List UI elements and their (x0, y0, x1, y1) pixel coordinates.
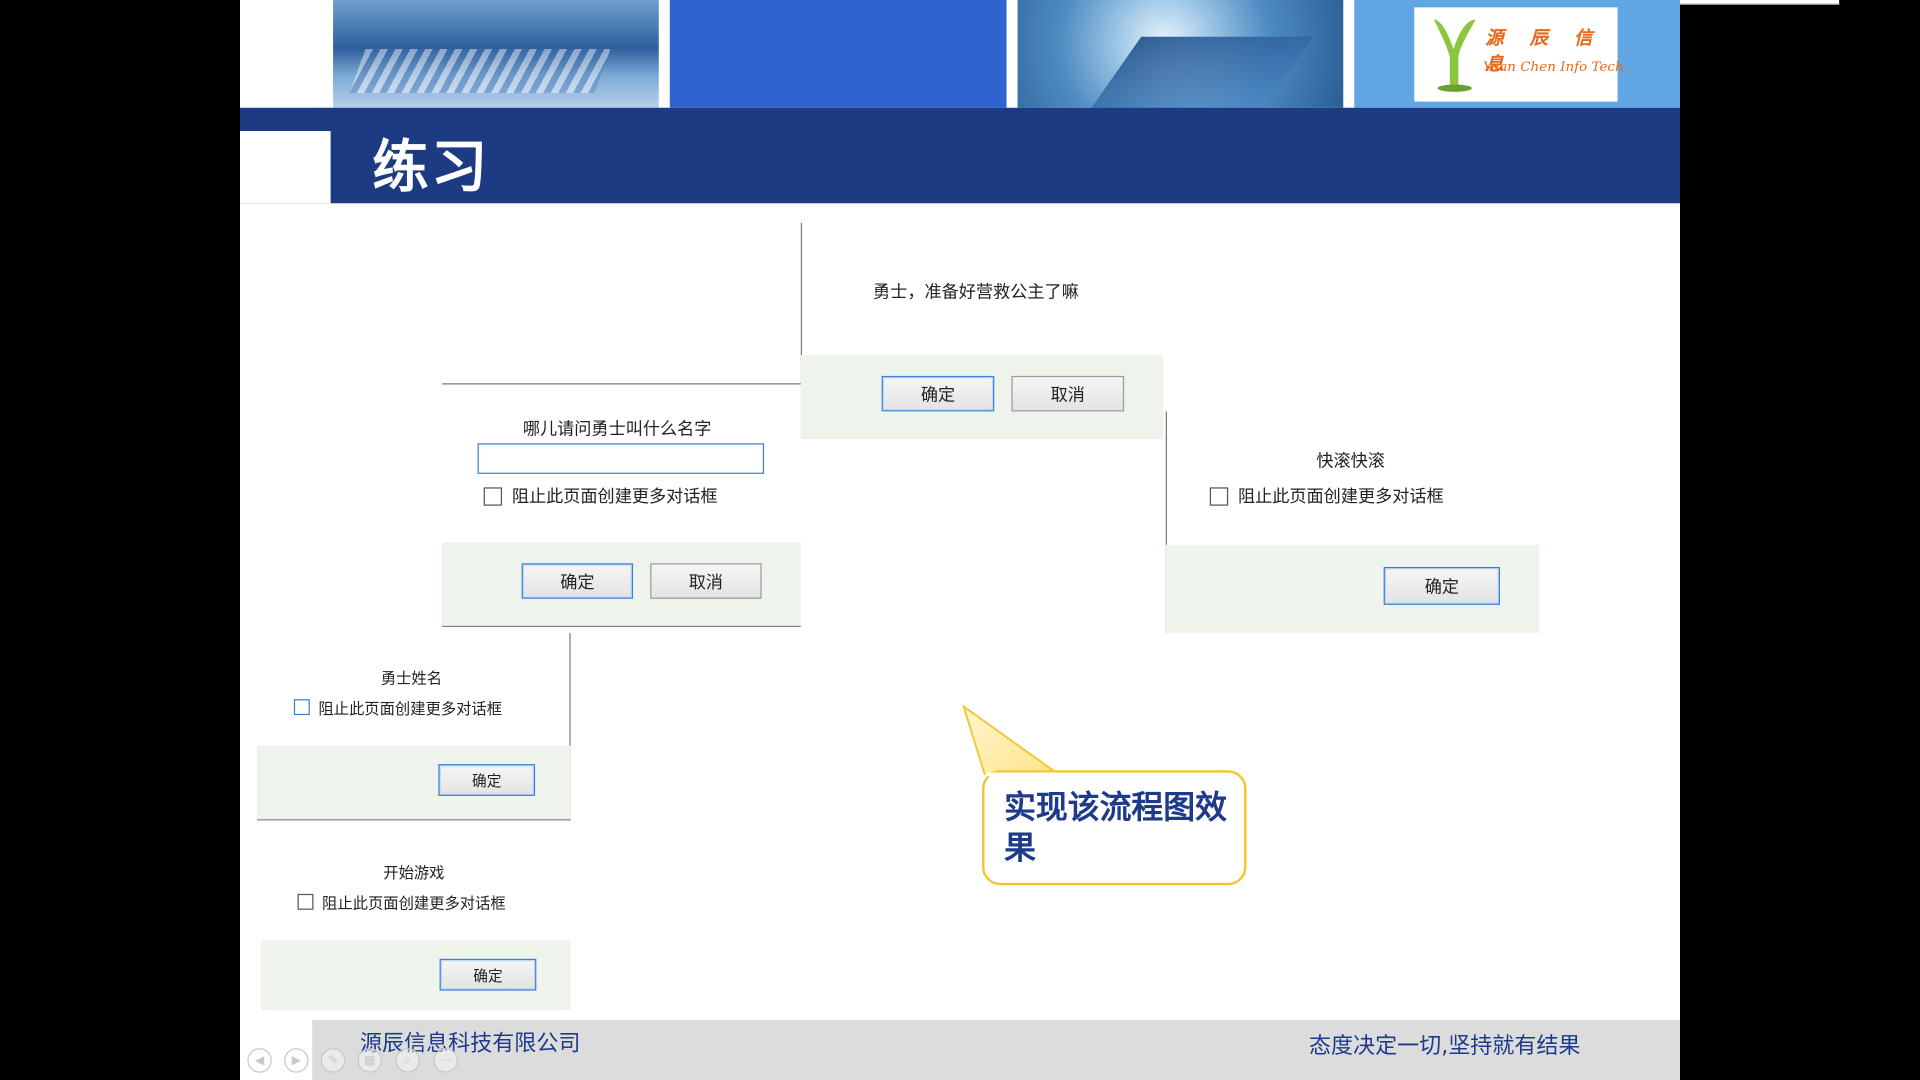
previous-icon[interactable]: ◀ (247, 1048, 272, 1073)
pen-icon[interactable]: ✎ (320, 1048, 346, 1073)
presentation-viewer: 源 辰 信 息 Yuan Chen Info Tech. 练习 勇士，准备好营救… (0, 0, 1920, 1080)
zoom-icon[interactable]: ⌕ (395, 1048, 420, 1073)
callout-text: 实现该流程图效果 (1004, 789, 1227, 867)
slides-icon[interactable]: ▦ (357, 1048, 383, 1073)
next-icon[interactable]: ▶ (284, 1048, 309, 1073)
slide: 源 辰 信 息 Yuan Chen Info Tech. 练习 勇士，准备好营救… (240, 0, 1680, 1080)
footer-slogan: 态度决定一切,坚持就有结果 (1308, 1033, 1581, 1060)
more-icon[interactable]: ⋯ (433, 1048, 458, 1073)
footer-company: 源辰信息科技有限公司 (360, 1031, 581, 1057)
callout-bubble (961, 704, 1247, 886)
